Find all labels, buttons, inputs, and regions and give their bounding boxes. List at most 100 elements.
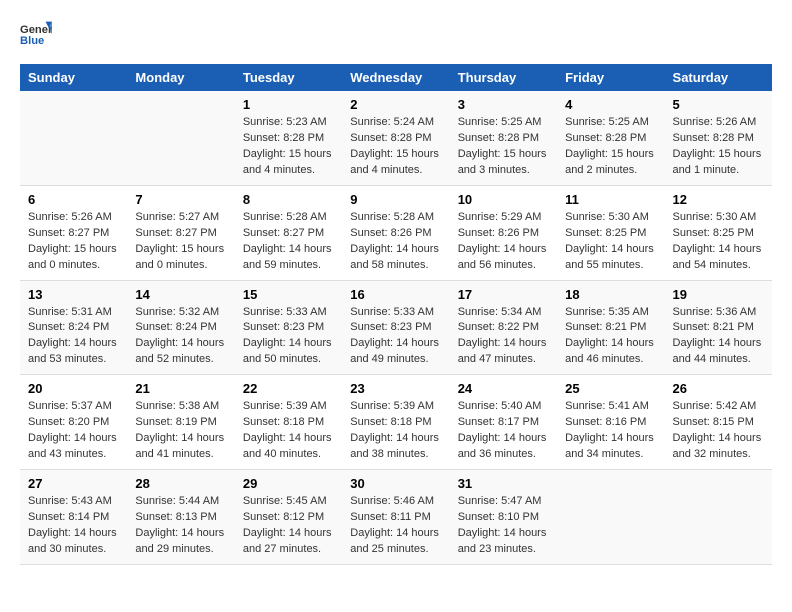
day-info: Sunrise: 5:38 AM Sunset: 8:19 PM Dayligh… (135, 399, 226, 463)
calendar-cell: 12 Sunrise: 5:30 AM Sunset: 8:25 PM Dayli… (665, 185, 772, 280)
day-number: 14 (135, 287, 226, 302)
day-number: 29 (243, 476, 334, 491)
calendar-cell: 11 Sunrise: 5:30 AM Sunset: 8:25 PM Dayli… (557, 185, 664, 280)
page-header: General Blue (20, 20, 772, 48)
day-info: Sunrise: 5:26 AM Sunset: 8:27 PM Dayligh… (28, 210, 119, 274)
day-info: Sunrise: 5:30 AM Sunset: 8:25 PM Dayligh… (673, 210, 764, 274)
calendar-cell: 16 Sunrise: 5:33 AM Sunset: 8:23 PM Dayli… (342, 280, 449, 375)
day-number: 6 (28, 192, 119, 207)
day-info: Sunrise: 5:36 AM Sunset: 8:21 PM Dayligh… (673, 305, 764, 369)
calendar-cell: 25 Sunrise: 5:41 AM Sunset: 8:16 PM Dayli… (557, 375, 664, 470)
day-info: Sunrise: 5:39 AM Sunset: 8:18 PM Dayligh… (350, 399, 441, 463)
calendar-cell: 22 Sunrise: 5:39 AM Sunset: 8:18 PM Dayli… (235, 375, 342, 470)
day-info: Sunrise: 5:32 AM Sunset: 8:24 PM Dayligh… (135, 305, 226, 369)
calendar-cell: 29 Sunrise: 5:45 AM Sunset: 8:12 PM Dayli… (235, 470, 342, 565)
day-info: Sunrise: 5:29 AM Sunset: 8:26 PM Dayligh… (458, 210, 549, 274)
calendar-cell: 20 Sunrise: 5:37 AM Sunset: 8:20 PM Dayli… (20, 375, 127, 470)
calendar-cell: 4 Sunrise: 5:25 AM Sunset: 8:28 PM Daylig… (557, 91, 664, 185)
calendar-cell: 2Sunrise: 5:24 AM Sunset: 8:28 PM Daylig… (342, 91, 449, 185)
day-info: Sunrise: 5:28 AM Sunset: 8:27 PM Dayligh… (243, 210, 334, 274)
calendar-cell: 3 Sunrise: 5:25 AM Sunset: 8:28 PM Daylig… (450, 91, 557, 185)
day-number: 5 (673, 97, 764, 112)
day-info: Sunrise: 5:25 AM Sunset: 8:28 PM Dayligh… (458, 115, 549, 179)
day-number: 16 (350, 287, 441, 302)
calendar-body: 1 Sunrise: 5:23 AM Sunset: 8:28 PM Daylig… (20, 91, 772, 564)
day-number: 18 (565, 287, 656, 302)
calendar-cell: 18Sunrise: 5:35 AM Sunset: 8:21 PM Dayli… (557, 280, 664, 375)
calendar-cell: 28 Sunrise: 5:44 AM Sunset: 8:13 PM Dayli… (127, 470, 234, 565)
day-number: 17 (458, 287, 549, 302)
calendar-cell: 26Sunrise: 5:42 AM Sunset: 8:15 PM Dayli… (665, 375, 772, 470)
day-info: Sunrise: 5:46 AM Sunset: 8:11 PM Dayligh… (350, 494, 441, 558)
day-number: 11 (565, 192, 656, 207)
calendar-cell: 21 Sunrise: 5:38 AM Sunset: 8:19 PM Dayli… (127, 375, 234, 470)
logo: General Blue (20, 20, 52, 48)
calendar-cell (557, 470, 664, 565)
calendar-table: SundayMondayTuesdayWednesdayThursdayFrid… (20, 64, 772, 565)
day-info: Sunrise: 5:23 AM Sunset: 8:28 PM Dayligh… (243, 115, 334, 179)
day-info: Sunrise: 5:24 AM Sunset: 8:28 PM Dayligh… (350, 115, 441, 179)
day-info: Sunrise: 5:34 AM Sunset: 8:22 PM Dayligh… (458, 305, 549, 369)
day-number: 28 (135, 476, 226, 491)
calendar-cell: 7Sunrise: 5:27 AM Sunset: 8:27 PM Daylig… (127, 185, 234, 280)
day-info: Sunrise: 5:40 AM Sunset: 8:17 PM Dayligh… (458, 399, 549, 463)
week-row-1: 1 Sunrise: 5:23 AM Sunset: 8:28 PM Daylig… (20, 91, 772, 185)
day-info: Sunrise: 5:33 AM Sunset: 8:23 PM Dayligh… (243, 305, 334, 369)
day-number: 15 (243, 287, 334, 302)
calendar-cell (20, 91, 127, 185)
column-header-wednesday: Wednesday (342, 64, 449, 91)
calendar-cell: 8 Sunrise: 5:28 AM Sunset: 8:27 PM Daylig… (235, 185, 342, 280)
day-number: 19 (673, 287, 764, 302)
column-header-friday: Friday (557, 64, 664, 91)
day-number: 22 (243, 381, 334, 396)
day-number: 20 (28, 381, 119, 396)
day-number: 30 (350, 476, 441, 491)
calendar-cell: 31 Sunrise: 5:47 AM Sunset: 8:10 PM Dayli… (450, 470, 557, 565)
day-number: 21 (135, 381, 226, 396)
day-number: 10 (458, 192, 549, 207)
column-header-sunday: Sunday (20, 64, 127, 91)
week-row-2: 6 Sunrise: 5:26 AM Sunset: 8:27 PM Daylig… (20, 185, 772, 280)
calendar-cell: 9Sunrise: 5:28 AM Sunset: 8:26 PM Daylig… (342, 185, 449, 280)
day-info: Sunrise: 5:27 AM Sunset: 8:27 PM Dayligh… (135, 210, 226, 274)
day-info: Sunrise: 5:31 AM Sunset: 8:24 PM Dayligh… (28, 305, 119, 369)
day-number: 9 (350, 192, 441, 207)
week-row-4: 20 Sunrise: 5:37 AM Sunset: 8:20 PM Dayli… (20, 375, 772, 470)
day-info: Sunrise: 5:45 AM Sunset: 8:12 PM Dayligh… (243, 494, 334, 558)
day-number: 31 (458, 476, 549, 491)
column-header-saturday: Saturday (665, 64, 772, 91)
column-header-monday: Monday (127, 64, 234, 91)
day-info: Sunrise: 5:43 AM Sunset: 8:14 PM Dayligh… (28, 494, 119, 558)
day-info: Sunrise: 5:25 AM Sunset: 8:28 PM Dayligh… (565, 115, 656, 179)
day-number: 12 (673, 192, 764, 207)
calendar-cell: 5Sunrise: 5:26 AM Sunset: 8:28 PM Daylig… (665, 91, 772, 185)
day-info: Sunrise: 5:30 AM Sunset: 8:25 PM Dayligh… (565, 210, 656, 274)
header-row: SundayMondayTuesdayWednesdayThursdayFrid… (20, 64, 772, 91)
calendar-header: SundayMondayTuesdayWednesdayThursdayFrid… (20, 64, 772, 91)
calendar-cell: 10 Sunrise: 5:29 AM Sunset: 8:26 PM Dayli… (450, 185, 557, 280)
day-info: Sunrise: 5:39 AM Sunset: 8:18 PM Dayligh… (243, 399, 334, 463)
calendar-cell: 19 Sunrise: 5:36 AM Sunset: 8:21 PM Dayli… (665, 280, 772, 375)
day-number: 1 (243, 97, 334, 112)
calendar-cell: 6 Sunrise: 5:26 AM Sunset: 8:27 PM Daylig… (20, 185, 127, 280)
day-number: 4 (565, 97, 656, 112)
calendar-cell: 13Sunrise: 5:31 AM Sunset: 8:24 PM Dayli… (20, 280, 127, 375)
day-number: 26 (673, 381, 764, 396)
day-info: Sunrise: 5:44 AM Sunset: 8:13 PM Dayligh… (135, 494, 226, 558)
day-info: Sunrise: 5:41 AM Sunset: 8:16 PM Dayligh… (565, 399, 656, 463)
calendar-cell (127, 91, 234, 185)
calendar-cell: 24Sunrise: 5:40 AM Sunset: 8:17 PM Dayli… (450, 375, 557, 470)
week-row-3: 13Sunrise: 5:31 AM Sunset: 8:24 PM Dayli… (20, 280, 772, 375)
day-info: Sunrise: 5:47 AM Sunset: 8:10 PM Dayligh… (458, 494, 549, 558)
day-info: Sunrise: 5:33 AM Sunset: 8:23 PM Dayligh… (350, 305, 441, 369)
calendar-cell: 17 Sunrise: 5:34 AM Sunset: 8:22 PM Dayli… (450, 280, 557, 375)
calendar-cell: 27Sunrise: 5:43 AM Sunset: 8:14 PM Dayli… (20, 470, 127, 565)
column-header-tuesday: Tuesday (235, 64, 342, 91)
svg-text:General: General (20, 24, 52, 36)
calendar-cell: 1 Sunrise: 5:23 AM Sunset: 8:28 PM Daylig… (235, 91, 342, 185)
day-number: 3 (458, 97, 549, 112)
day-number: 25 (565, 381, 656, 396)
calendar-cell: 30 Sunrise: 5:46 AM Sunset: 8:11 PM Dayli… (342, 470, 449, 565)
day-info: Sunrise: 5:37 AM Sunset: 8:20 PM Dayligh… (28, 399, 119, 463)
day-number: 8 (243, 192, 334, 207)
